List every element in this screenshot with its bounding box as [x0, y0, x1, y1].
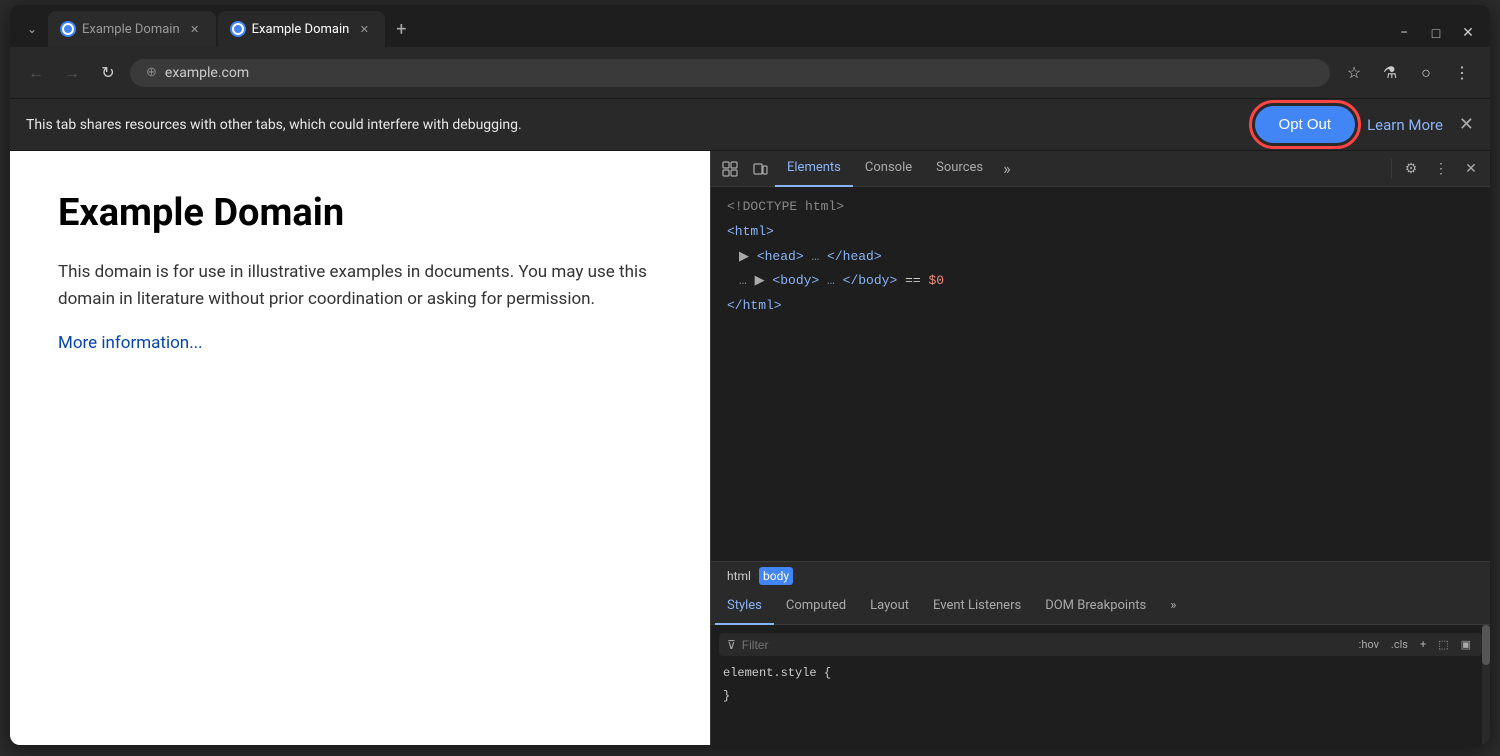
page-heading: Example Domain [58, 191, 662, 235]
filter-cls[interactable]: .cls [1388, 637, 1411, 652]
tree-body[interactable]: … ▶ <body> … </body> == $0 [711, 269, 1490, 294]
address-input[interactable]: ⊕ example.com [130, 59, 1330, 87]
devtools-panel: Elements Console Sources » ⚙ ⋮ ✕ <!DOCTY… [710, 151, 1490, 745]
devtools-device-icon[interactable] [745, 154, 775, 184]
profile-icon[interactable]: ○ [1410, 57, 1442, 89]
style-rule-close: } [719, 685, 1482, 708]
site-info-icon: ⊕ [146, 65, 157, 80]
info-bar-message: This tab shares resources with other tab… [26, 117, 1243, 133]
lower-tab-computed[interactable]: Computed [774, 589, 858, 625]
tab-dropdown-btn[interactable]: ⌄ [18, 15, 46, 43]
back-btn[interactable]: ← [22, 59, 50, 87]
more-info-link[interactable]: More information... [58, 333, 203, 353]
html-tree: <!DOCTYPE html> <html> ▶ <head> … </head… [711, 187, 1490, 561]
devtools-tab-console[interactable]: Console [853, 151, 924, 187]
webpage-area: Example Domain This domain is for use in… [10, 151, 710, 745]
tab-favicon-1 [60, 21, 76, 37]
devtools-tab-more[interactable]: » [995, 151, 1019, 187]
maximize-btn[interactable]: □ [1422, 19, 1450, 47]
forward-btn[interactable]: → [58, 59, 86, 87]
devtools-lower-tabs: Styles Computed Layout Event Listeners D… [711, 589, 1490, 625]
reload-btn[interactable]: ↻ [94, 59, 122, 87]
style-rule-element: element.style { [719, 662, 1482, 685]
filter-input[interactable] [742, 638, 1350, 652]
scrollbar-thumb[interactable] [1482, 625, 1490, 665]
info-bar: This tab shares resources with other tab… [10, 99, 1490, 151]
page-body-text: This domain is for use in illustrative e… [58, 259, 662, 313]
bookmark-icon[interactable]: ☆ [1338, 57, 1370, 89]
menu-icon[interactable]: ⋮ [1446, 57, 1478, 89]
tree-doctype: <!DOCTYPE html> [711, 195, 1490, 220]
info-bar-close-icon[interactable]: ✕ [1459, 114, 1474, 135]
styles-panel: ⊽ :hov .cls + ⬚ ▣ element.style { } [711, 625, 1490, 745]
tree-head[interactable]: ▶ <head> … </head> [711, 245, 1490, 270]
lower-tab-dom-breakpoints[interactable]: DOM Breakpoints [1033, 589, 1158, 625]
tab-bar: ⌄ Example Domain ✕ Example Domain ✕ + − … [10, 5, 1490, 47]
devtools-tab-sources[interactable]: Sources [924, 151, 995, 187]
breadcrumb-body[interactable]: body [759, 567, 793, 585]
tab-1[interactable]: Example Domain ✕ [48, 11, 216, 47]
lower-tab-styles[interactable]: Styles [715, 589, 774, 625]
tree-html-open[interactable]: <html> [711, 220, 1490, 245]
lower-tab-more[interactable]: » [1158, 589, 1188, 625]
lower-tab-event-listeners[interactable]: Event Listeners [921, 589, 1033, 625]
devtools-menu-icon[interactable]: ⋮ [1426, 154, 1456, 184]
url-text: example.com [165, 65, 249, 81]
address-bar: ← → ↻ ⊕ example.com ☆ ⚗ ○ ⋮ [10, 47, 1490, 99]
filter-hov[interactable]: :hov [1356, 637, 1382, 652]
scrollbar-track[interactable] [1482, 625, 1490, 745]
tab-2[interactable]: Example Domain ✕ [218, 11, 386, 47]
devtools-inspect-icon[interactable] [715, 154, 745, 184]
devtools-settings-icon[interactable]: ⚙ [1396, 154, 1426, 184]
tab-favicon-2 [230, 21, 246, 37]
window-controls: − □ ✕ [1390, 19, 1482, 47]
filter-inspect2[interactable]: ⬚ [1435, 637, 1451, 652]
filter-bar: ⊽ :hov .cls + ⬚ ▣ [719, 633, 1482, 656]
close-btn[interactable]: ✕ [1454, 19, 1482, 47]
minimize-btn[interactable]: − [1390, 19, 1418, 47]
breadcrumb-html[interactable]: html [723, 567, 755, 585]
browser-window: ⌄ Example Domain ✕ Example Domain ✕ + − … [10, 5, 1490, 745]
filter-icon: ⊽ [727, 638, 736, 652]
tab-bar-left: ⌄ Example Domain ✕ Example Domain ✕ + [18, 11, 1388, 47]
opt-out-button[interactable]: Opt Out [1255, 106, 1356, 143]
tab-close-2[interactable]: ✕ [355, 20, 373, 38]
lower-tab-layout[interactable]: Layout [858, 589, 921, 625]
devtools-close-icon[interactable]: ✕ [1456, 154, 1486, 184]
tree-html-close[interactable]: </html> [711, 294, 1490, 319]
tab-title-1: Example Domain [82, 22, 180, 37]
toolbar-right: ☆ ⚗ ○ ⋮ [1338, 57, 1478, 89]
tab-close-1[interactable]: ✕ [186, 20, 204, 38]
filter-layout2[interactable]: ▣ [1458, 637, 1474, 652]
devtools-tab-elements[interactable]: Elements [775, 151, 853, 187]
filter-add[interactable]: + [1417, 637, 1429, 652]
devtools-tab-bar: Elements Console Sources » ⚙ ⋮ ✕ [711, 151, 1490, 187]
new-tab-btn[interactable]: + [387, 15, 415, 43]
learn-more-link[interactable]: Learn More [1367, 116, 1443, 134]
tab-title-2: Example Domain [252, 22, 350, 37]
breadcrumb-bar: html body [711, 561, 1490, 589]
lab-icon[interactable]: ⚗ [1374, 57, 1406, 89]
main-content: Example Domain This domain is for use in… [10, 151, 1490, 745]
